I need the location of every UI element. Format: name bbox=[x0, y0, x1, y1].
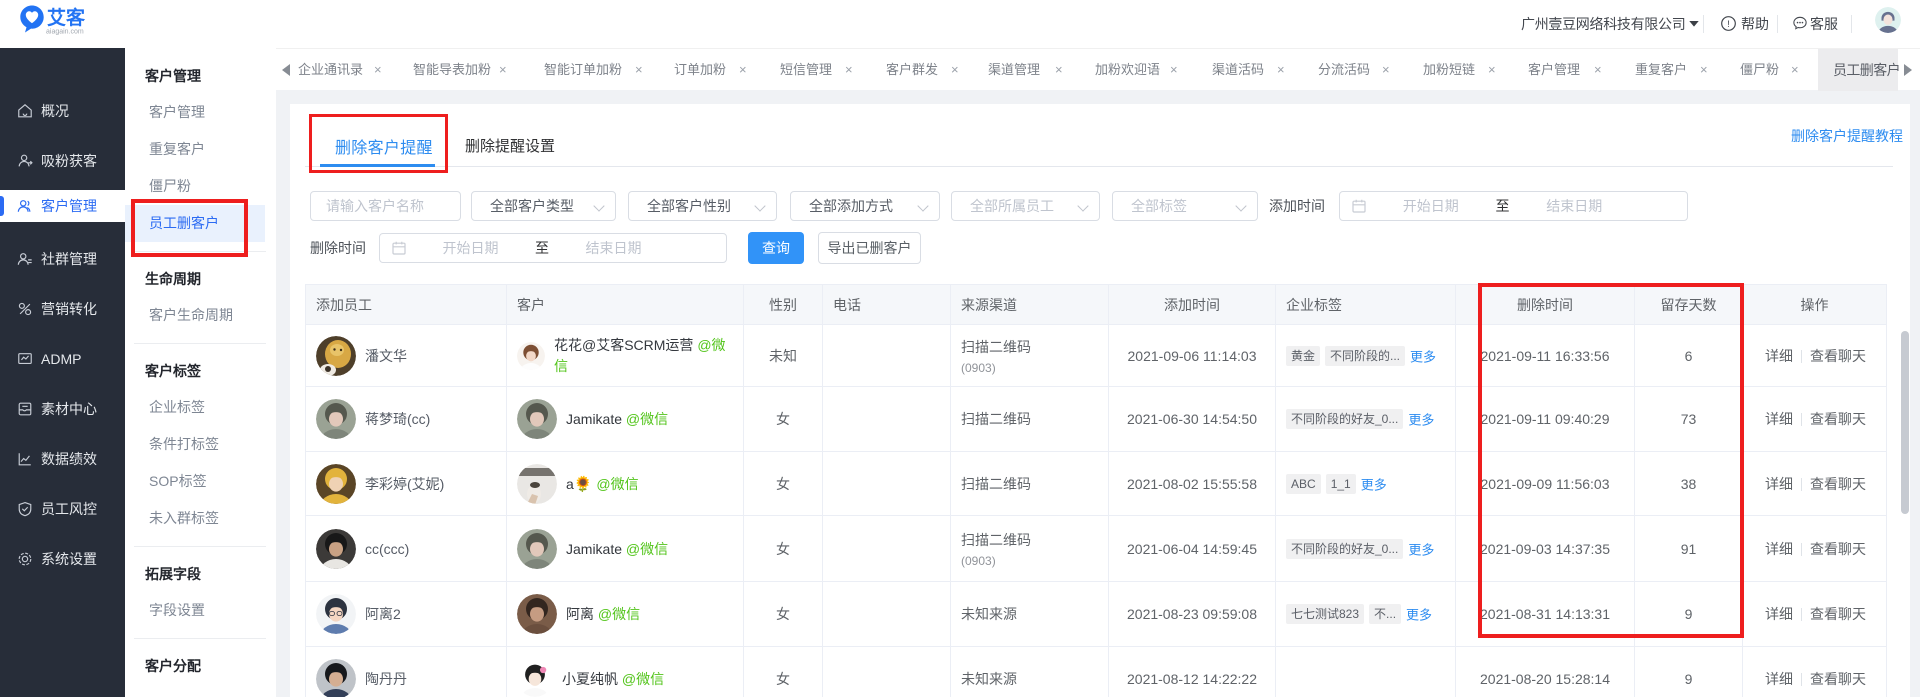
svg-text:aiagain.com: aiagain.com bbox=[46, 29, 84, 36]
svg-text:艾客: 艾客 bbox=[47, 6, 86, 29]
svg-text:!: ! bbox=[1727, 19, 1730, 30]
